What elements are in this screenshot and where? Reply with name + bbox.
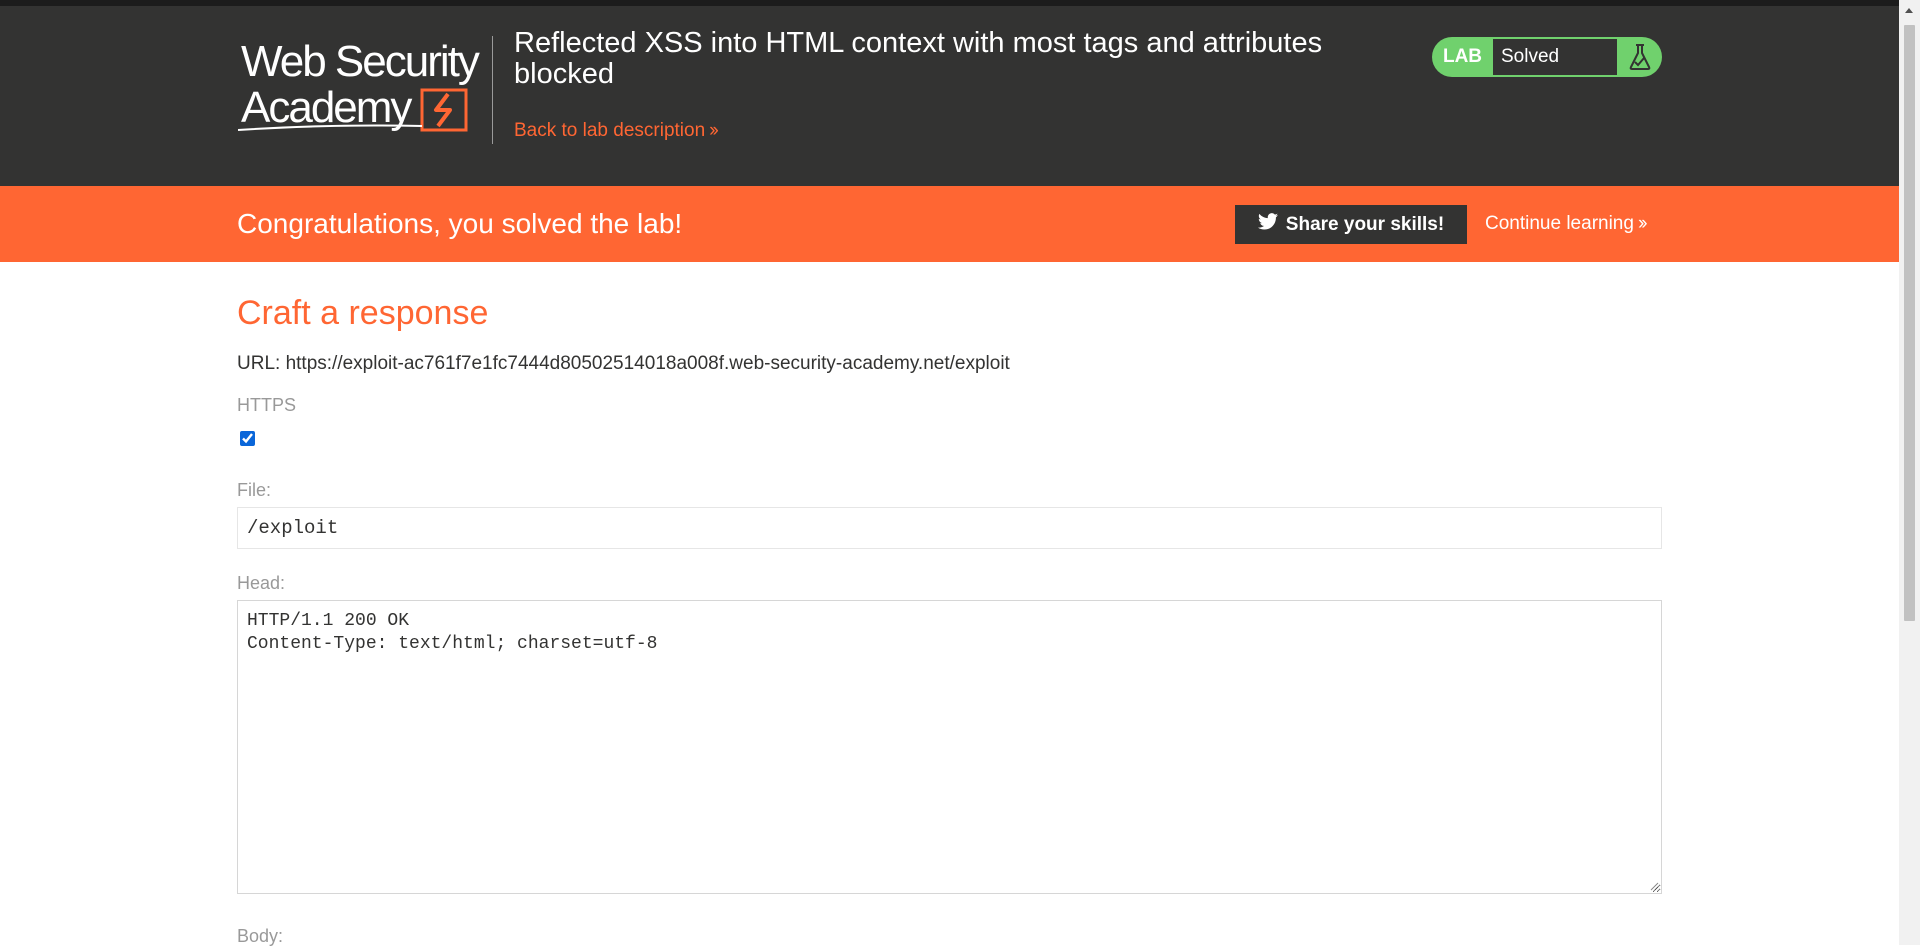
header-bar: Web Security Academy Reflected XSS into … — [0, 6, 1899, 186]
head-value: HTTP/1.1 200 OK Content-Type: text/html;… — [247, 611, 658, 654]
file-input[interactable] — [237, 507, 1662, 549]
url-line: URL: https://exploit-ac761f7e1fc7444d805… — [237, 353, 1010, 375]
web-security-academy-logo[interactable]: Web Security Academy — [238, 34, 488, 138]
lab-title: Reflected XSS into HTML context with mos… — [514, 27, 1323, 90]
status-text: Solved — [1493, 39, 1617, 75]
craft-response-heading: Craft a response — [237, 294, 489, 332]
head-label: Head: — [237, 573, 286, 593]
status-lab-label: LAB — [1442, 46, 1483, 67]
url-value: https://exploit-ac761f7e1fc7444d80502514… — [285, 353, 1010, 374]
resize-grip-icon[interactable] — [1649, 881, 1659, 891]
scroll-up-arrow-icon[interactable] — [1905, 8, 1913, 13]
file-label: File: — [237, 480, 272, 500]
page-scrollbar[interactable] — [1899, 0, 1920, 945]
https-checkbox[interactable] — [240, 431, 255, 446]
logo-bolt-icon — [434, 92, 452, 128]
congratulations-message: Congratulations, you solved the lab! — [237, 208, 683, 239]
continue-learning-link[interactable]: Continue learning ›› — [1485, 213, 1648, 235]
header-divider — [492, 36, 493, 144]
flask-icon — [1617, 43, 1662, 71]
twitter-icon — [1257, 213, 1278, 236]
lab-status-badge: LAB Solved — [1432, 37, 1662, 77]
continue-learning-label: Continue learning — [1485, 213, 1634, 234]
scrollbar-thumb[interactable] — [1904, 25, 1915, 621]
double-chevron-right-icon: ›› — [709, 120, 719, 141]
back-to-lab-description-link[interactable]: Back to lab description ›› — [514, 120, 719, 142]
solved-banner: Congratulations, you solved the lab! Sha… — [0, 186, 1899, 262]
logo-text-line1: Web Security — [241, 37, 480, 86]
back-link-label: Back to lab description — [514, 120, 706, 141]
double-chevron-right-icon: ›› — [1637, 213, 1648, 234]
head-textarea[interactable]: HTTP/1.1 200 OK Content-Type: text/html;… — [237, 600, 1662, 894]
body-label: Body: — [237, 926, 284, 946]
share-your-skills-button[interactable]: Share your skills! — [1235, 205, 1467, 244]
url-label: URL: — [237, 353, 281, 374]
share-button-label: Share your skills! — [1285, 213, 1445, 235]
https-label: HTTPS — [237, 395, 297, 415]
